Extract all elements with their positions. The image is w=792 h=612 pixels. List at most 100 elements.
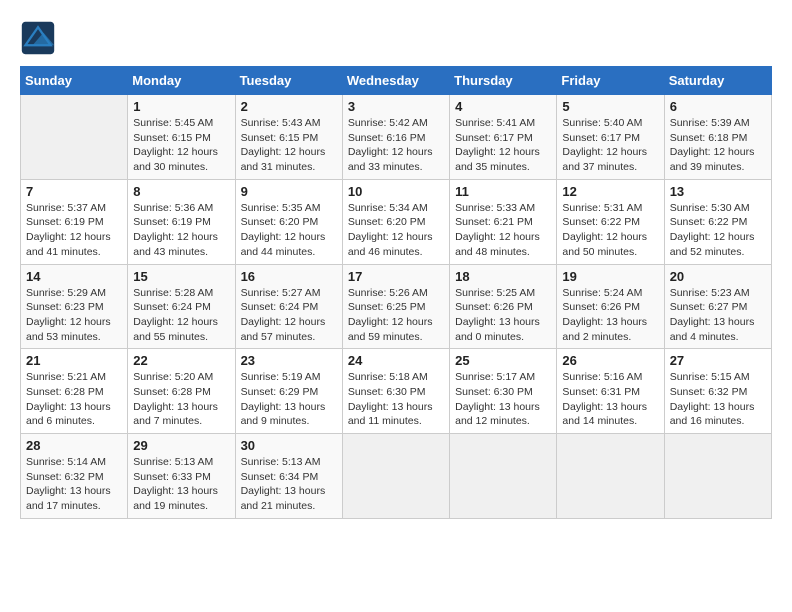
calendar-cell: 7 Sunrise: 5:37 AM Sunset: 6:19 PM Daylig… (21, 179, 128, 264)
day-number: 15 (133, 269, 229, 284)
calendar-table: SundayMondayTuesdayWednesdayThursdayFrid… (20, 66, 772, 519)
day-info: Sunrise: 5:19 AM Sunset: 6:29 PM Dayligh… (241, 370, 337, 429)
calendar-cell: 30Sunrise: 5:13 AM Sunset: 6:34 PM Dayli… (235, 434, 342, 519)
calendar-cell: 3 Sunrise: 5:42 AM Sunset: 6:16 PM Daylig… (342, 95, 449, 180)
day-info: Sunrise: 5:29 AM Sunset: 6:23 PM Dayligh… (26, 286, 122, 345)
logo (20, 20, 62, 56)
day-info: Sunrise: 5:42 AM Sunset: 6:16 PM Dayligh… (348, 116, 444, 175)
weekday-header-saturday: Saturday (664, 67, 771, 95)
calendar-cell: 24 Sunrise: 5:18 AM Sunset: 6:30 PM Dayli… (342, 349, 449, 434)
day-number: 4 (455, 99, 551, 114)
calendar-cell: 12 Sunrise: 5:31 AM Sunset: 6:22 PM Dayli… (557, 179, 664, 264)
calendar-cell: 11 Sunrise: 5:33 AM Sunset: 6:21 PM Dayli… (450, 179, 557, 264)
day-number: 9 (241, 184, 337, 199)
calendar-cell: 20 Sunrise: 5:23 AM Sunset: 6:27 PM Dayli… (664, 264, 771, 349)
weekday-header-sunday: Sunday (21, 67, 128, 95)
day-number: 19 (562, 269, 658, 284)
logo-icon (20, 20, 56, 56)
day-number: 10 (348, 184, 444, 199)
day-number: 11 (455, 184, 551, 199)
day-number: 13 (670, 184, 766, 199)
day-number: 1 (133, 99, 229, 114)
day-info: Sunrise: 5:40 AM Sunset: 6:17 PM Dayligh… (562, 116, 658, 175)
calendar-cell (557, 434, 664, 519)
day-info: Sunrise: 5:13 AM Sunset: 6:34 PM Dayligh… (241, 455, 337, 514)
calendar-cell: 22 Sunrise: 5:20 AM Sunset: 6:28 PM Dayli… (128, 349, 235, 434)
calendar-cell: 15 Sunrise: 5:28 AM Sunset: 6:24 PM Dayli… (128, 264, 235, 349)
calendar-cell: 21Sunrise: 5:21 AM Sunset: 6:28 PM Dayli… (21, 349, 128, 434)
calendar-cell: 2Sunrise: 5:43 AM Sunset: 6:15 PM Daylig… (235, 95, 342, 180)
calendar-cell: 6Sunrise: 5:39 AM Sunset: 6:18 PM Daylig… (664, 95, 771, 180)
day-info: Sunrise: 5:34 AM Sunset: 6:20 PM Dayligh… (348, 201, 444, 260)
day-number: 23 (241, 353, 337, 368)
day-number: 16 (241, 269, 337, 284)
day-number: 22 (133, 353, 229, 368)
calendar-week-3: 14 Sunrise: 5:29 AM Sunset: 6:23 PM Dayli… (21, 264, 772, 349)
day-number: 24 (348, 353, 444, 368)
page-header (20, 20, 772, 56)
day-info: Sunrise: 5:27 AM Sunset: 6:24 PM Dayligh… (241, 286, 337, 345)
calendar-cell (450, 434, 557, 519)
calendar-cell (21, 95, 128, 180)
calendar-cell (342, 434, 449, 519)
day-info: Sunrise: 5:24 AM Sunset: 6:26 PM Dayligh… (562, 286, 658, 345)
day-number: 21 (26, 353, 122, 368)
calendar-cell: 17 Sunrise: 5:26 AM Sunset: 6:25 PM Dayli… (342, 264, 449, 349)
day-info: Sunrise: 5:43 AM Sunset: 6:15 PM Dayligh… (241, 116, 337, 175)
calendar-cell: 10 Sunrise: 5:34 AM Sunset: 6:20 PM Dayli… (342, 179, 449, 264)
day-number: 25 (455, 353, 551, 368)
day-number: 20 (670, 269, 766, 284)
day-number: 14 (26, 269, 122, 284)
calendar-cell: 1 Sunrise: 5:45 AM Sunset: 6:15 PM Daylig… (128, 95, 235, 180)
weekday-header-row: SundayMondayTuesdayWednesdayThursdayFrid… (21, 67, 772, 95)
calendar-week-1: 1 Sunrise: 5:45 AM Sunset: 6:15 PM Daylig… (21, 95, 772, 180)
calendar-cell: 25 Sunrise: 5:17 AM Sunset: 6:30 PM Dayli… (450, 349, 557, 434)
day-info: Sunrise: 5:28 AM Sunset: 6:24 PM Dayligh… (133, 286, 229, 345)
day-number: 29 (133, 438, 229, 453)
day-info: Sunrise: 5:31 AM Sunset: 6:22 PM Dayligh… (562, 201, 658, 260)
day-info: Sunrise: 5:30 AM Sunset: 6:22 PM Dayligh… (670, 201, 766, 260)
day-info: Sunrise: 5:26 AM Sunset: 6:25 PM Dayligh… (348, 286, 444, 345)
day-info: Sunrise: 5:17 AM Sunset: 6:30 PM Dayligh… (455, 370, 551, 429)
day-info: Sunrise: 5:33 AM Sunset: 6:21 PM Dayligh… (455, 201, 551, 260)
calendar-cell (664, 434, 771, 519)
calendar-cell: 14 Sunrise: 5:29 AM Sunset: 6:23 PM Dayli… (21, 264, 128, 349)
day-number: 12 (562, 184, 658, 199)
day-info: Sunrise: 5:20 AM Sunset: 6:28 PM Dayligh… (133, 370, 229, 429)
day-number: 7 (26, 184, 122, 199)
day-info: Sunrise: 5:16 AM Sunset: 6:31 PM Dayligh… (562, 370, 658, 429)
calendar-cell: 19 Sunrise: 5:24 AM Sunset: 6:26 PM Dayli… (557, 264, 664, 349)
day-info: Sunrise: 5:14 AM Sunset: 6:32 PM Dayligh… (26, 455, 122, 514)
day-number: 5 (562, 99, 658, 114)
weekday-header-monday: Monday (128, 67, 235, 95)
day-info: Sunrise: 5:37 AM Sunset: 6:19 PM Dayligh… (26, 201, 122, 260)
day-info: Sunrise: 5:35 AM Sunset: 6:20 PM Dayligh… (241, 201, 337, 260)
day-info: Sunrise: 5:45 AM Sunset: 6:15 PM Dayligh… (133, 116, 229, 175)
calendar-cell: 5 Sunrise: 5:40 AM Sunset: 6:17 PM Daylig… (557, 95, 664, 180)
day-info: Sunrise: 5:36 AM Sunset: 6:19 PM Dayligh… (133, 201, 229, 260)
day-number: 28 (26, 438, 122, 453)
calendar-cell: 28 Sunrise: 5:14 AM Sunset: 6:32 PM Dayli… (21, 434, 128, 519)
day-number: 18 (455, 269, 551, 284)
calendar-cell: 4 Sunrise: 5:41 AM Sunset: 6:17 PM Daylig… (450, 95, 557, 180)
calendar-cell: 23 Sunrise: 5:19 AM Sunset: 6:29 PM Dayli… (235, 349, 342, 434)
calendar-cell: 18Sunrise: 5:25 AM Sunset: 6:26 PM Dayli… (450, 264, 557, 349)
weekday-header-friday: Friday (557, 67, 664, 95)
day-info: Sunrise: 5:23 AM Sunset: 6:27 PM Dayligh… (670, 286, 766, 345)
day-info: Sunrise: 5:15 AM Sunset: 6:32 PM Dayligh… (670, 370, 766, 429)
calendar-cell: 9 Sunrise: 5:35 AM Sunset: 6:20 PM Daylig… (235, 179, 342, 264)
calendar-cell: 29 Sunrise: 5:13 AM Sunset: 6:33 PM Dayli… (128, 434, 235, 519)
calendar-week-2: 7 Sunrise: 5:37 AM Sunset: 6:19 PM Daylig… (21, 179, 772, 264)
day-info: Sunrise: 5:13 AM Sunset: 6:33 PM Dayligh… (133, 455, 229, 514)
day-info: Sunrise: 5:41 AM Sunset: 6:17 PM Dayligh… (455, 116, 551, 175)
calendar-cell: 26Sunrise: 5:16 AM Sunset: 6:31 PM Dayli… (557, 349, 664, 434)
calendar-week-4: 21Sunrise: 5:21 AM Sunset: 6:28 PM Dayli… (21, 349, 772, 434)
calendar-cell: 8 Sunrise: 5:36 AM Sunset: 6:19 PM Daylig… (128, 179, 235, 264)
day-number: 17 (348, 269, 444, 284)
day-number: 8 (133, 184, 229, 199)
day-number: 27 (670, 353, 766, 368)
day-number: 3 (348, 99, 444, 114)
day-info: Sunrise: 5:18 AM Sunset: 6:30 PM Dayligh… (348, 370, 444, 429)
calendar-cell: 16 Sunrise: 5:27 AM Sunset: 6:24 PM Dayli… (235, 264, 342, 349)
weekday-header-thursday: Thursday (450, 67, 557, 95)
